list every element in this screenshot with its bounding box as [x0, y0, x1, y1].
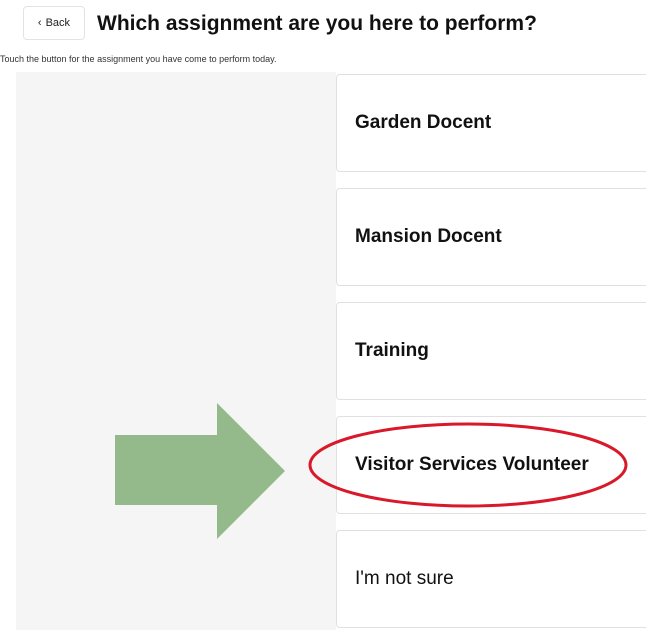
back-label: Back — [45, 17, 71, 29]
assignment-training-button[interactable]: Training — [336, 302, 646, 400]
page-subtitle: Touch the button for the assignment you … — [0, 54, 277, 64]
chevron-left-icon: ‹ — [37, 16, 42, 29]
assignment-label: Visitor Services Volunteer — [355, 454, 589, 475]
assignment-label: Mansion Docent — [355, 226, 502, 247]
page-title: Which assignment are you here to perform… — [97, 12, 537, 35]
back-button[interactable]: ‹ Back — [23, 6, 85, 40]
assignment-label: Training — [355, 340, 429, 361]
pointer-arrow-annotation — [115, 403, 285, 539]
assignment-not-sure-button[interactable]: I'm not sure — [336, 530, 646, 628]
arrow-shape — [115, 403, 285, 539]
assignment-visitor-services-volunteer-button[interactable]: Visitor Services Volunteer — [336, 416, 646, 514]
left-panel — [16, 72, 336, 630]
assignment-label: Garden Docent — [355, 112, 492, 133]
assignment-label: I'm not sure — [355, 568, 454, 589]
assignment-mansion-docent-button[interactable]: Mansion Docent — [336, 188, 646, 286]
assignment-garden-docent-button[interactable]: Garden Docent — [336, 74, 646, 172]
